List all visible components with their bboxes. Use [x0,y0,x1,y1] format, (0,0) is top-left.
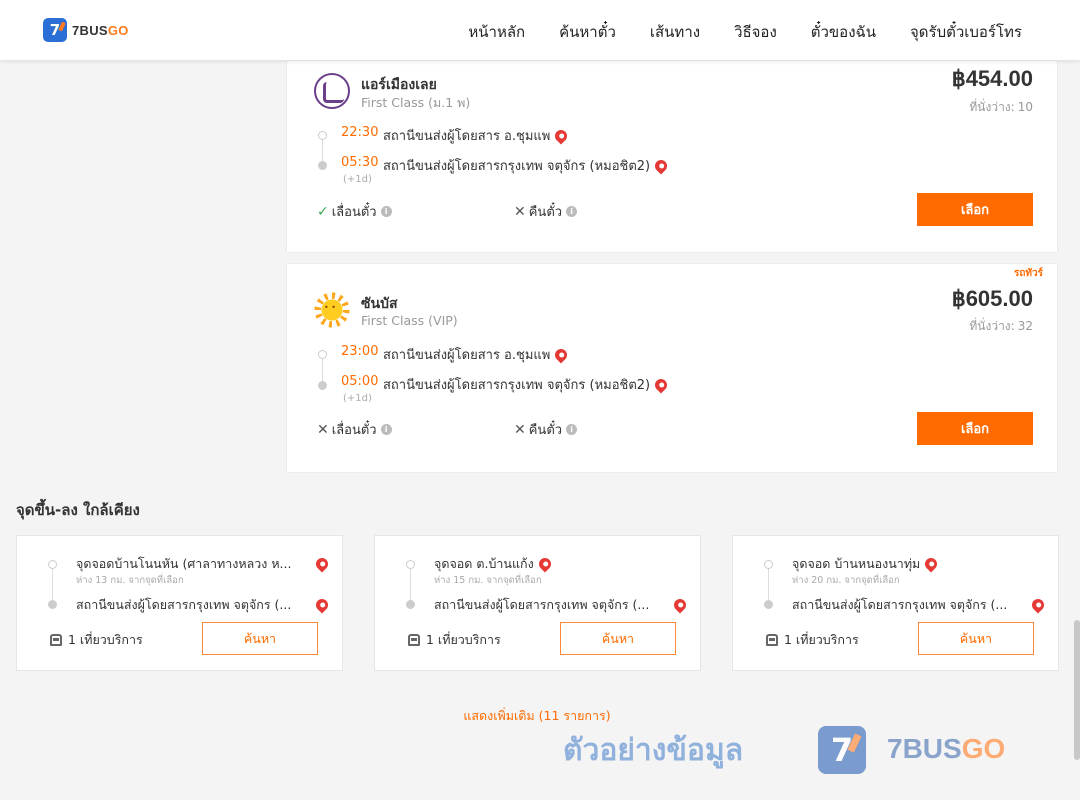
trip-card: รถทัวร์ ซันบัส First Class (VIP) ฿605.00… [286,263,1058,473]
operator-logo-icon [314,73,350,109]
info-icon[interactable]: i [380,424,392,435]
nearby-destination: สถานีขนส่งผู้โดยสารกรุงเทพ จตุจักร (... [76,595,331,615]
nav-routes[interactable]: เส้นทาง [650,20,700,44]
nearby-search-button[interactable]: ค้นหา [560,622,676,655]
nearby-stop-card: จุดจอดบ้านโนนหัน (ศาลาทางหลวง ห... ห่าง … [16,535,343,671]
arrival-stop: สถานีขนส่งผู้โดยสารกรุงเทพ จตุจักร (หมอช… [383,374,670,395]
nearby-origin: จุดจอดบ้านโนนหัน (ศาลาทางหลวง ห... [76,554,331,574]
map-pin-icon[interactable] [652,157,670,174]
arrival-stop: สถานีขนส่งผู้โดยสารกรุงเทพ จตุจักร (หมอช… [383,155,670,176]
route-timeline [322,137,323,163]
arrival-time: 05:30 [341,155,379,170]
arrival-dot-icon [318,381,327,390]
cross-icon: ✕ [514,203,526,220]
check-icon: ✓ [317,203,329,220]
nearby-stops-title: จุดขึ้น-ลง ใกล้เคียง [16,501,140,519]
destination-dot-icon [764,600,773,609]
trip-price: ฿454.00 [951,66,1033,91]
nearby-stop-card: จุดจอด ต.บ้านแก้ง ห่าง 15 กม. จากจุดที่เ… [374,535,701,671]
nearby-distance: ห่าง 20 กม. จากจุดที่เลือก [792,575,900,586]
nav-my-tickets[interactable]: ตั๋วของฉัน [811,20,876,44]
site-logo[interactable]: 7 7BUSGO [43,18,129,42]
nearby-distance: ห่าง 13 กม. จากจุดที่เลือก [76,575,184,586]
map-pin-icon[interactable] [536,555,554,573]
nearby-search-button[interactable]: ค้นหา [202,622,318,655]
origin-dot-icon [406,560,415,569]
service-count: 1 เที่ยวบริการ [408,630,501,650]
watermark-logo-icon: 7 [818,726,866,774]
departure-time: 22:30 [341,125,379,140]
arrival-time: 05:00 [341,374,379,389]
service-count: 1 เที่ยวบริการ [50,630,143,650]
departure-dot-icon [318,131,327,140]
map-pin-icon[interactable] [552,127,570,144]
trip-price: ฿605.00 [951,286,1033,311]
bus-icon [408,634,420,646]
map-pin-icon[interactable] [922,555,940,573]
nearby-search-button[interactable]: ค้นหา [918,622,1034,655]
bus-class: First Class (ม.1 พ) [361,95,471,110]
trip-card: แอร์เมืองเลย First Class (ม.1 พ) ฿454.00… [286,60,1058,253]
bus-type-tag: รถทัวร์ [1013,268,1043,279]
top-header: 7 7BUSGO หน้าหลัก ค้นหาตั๋ว เส้นทาง วิธี… [0,0,1080,60]
refund-feature: ✕ คืนตั๋ว i [514,419,578,440]
service-count: 1 เที่ยวบริการ [766,630,859,650]
nav-search-ticket[interactable]: ค้นหาตั๋ว [559,20,616,44]
map-pin-icon[interactable] [1029,596,1047,614]
nearby-origin: จุดจอด บ้านหนองนาทุ่ม [792,554,1044,574]
operator-logo-icon [314,292,350,328]
route-line [768,566,769,604]
departure-stop: สถานีขนส่งผู้โดยสาร อ.ชุมแพ [383,344,570,365]
map-pin-icon[interactable] [313,596,331,614]
destination-dot-icon [48,600,57,609]
departure-stop: สถานีขนส่งผู้โดยสาร อ.ชุมแพ [383,125,570,146]
nearby-destination: สถานีขนส่งผู้โดยสารกรุงเทพ จตุจักร (... [792,595,1047,615]
map-pin-icon[interactable] [552,346,570,363]
nearby-stop-card: จุดจอด บ้านหนองนาทุ่ม ห่าง 20 กม. จากจุด… [732,535,1059,671]
bus-icon [766,634,778,646]
page-scrollbar[interactable] [1074,620,1080,760]
show-more-link[interactable]: แสดงเพิ่มเติม (11 รายการ) [0,706,1074,726]
select-trip-button[interactable]: เลือก [917,412,1033,445]
route-line [410,566,411,604]
info-icon[interactable]: i [566,206,578,217]
arrival-dot-icon [318,161,327,170]
map-pin-icon[interactable] [671,596,689,614]
next-day-note: (+1d) [343,393,372,404]
nav-ticket-pickup[interactable]: จุดรับตั๋วเบอร์โทร [910,20,1022,44]
watermark-brand: 7BUSGO [887,733,1006,764]
nav-home[interactable]: หน้าหลัก [468,20,525,44]
info-icon[interactable]: i [380,206,392,217]
departure-dot-icon [318,350,327,359]
bus-icon [50,634,62,646]
available-seats: ที่นั่งว่าง: 32 [969,319,1033,333]
departure-time: 23:00 [341,344,379,359]
reschedule-feature: ✕ เลื่อนตั๋ว i [317,419,392,440]
cross-icon: ✕ [317,421,329,438]
refund-feature: ✕ คืนตั๋ว i [514,201,578,222]
destination-dot-icon [406,600,415,609]
bus-class: First Class (VIP) [361,313,458,328]
nav-how-to-book[interactable]: วิธีจอง [734,20,777,44]
main-nav: หน้าหลัก ค้นหาตั๋ว เส้นทาง วิธีจอง ตั๋วข… [468,20,1022,44]
origin-dot-icon [764,560,773,569]
logo-text: 7BUSGO [72,22,129,38]
reschedule-feature: ✓ เลื่อนตั๋ว i [317,201,392,222]
operator-name: ซันบัส [361,296,398,312]
nearby-origin: จุดจอด ต.บ้านแก้ง [434,554,686,574]
origin-dot-icon [48,560,57,569]
nearby-distance: ห่าง 15 กม. จากจุดที่เลือก [434,575,542,586]
nearby-destination: สถานีขนส่งผู้โดยสารกรุงเทพ จตุจักร (... [434,595,689,615]
cross-icon: ✕ [514,421,526,438]
route-line [52,566,53,604]
select-trip-button[interactable]: เลือก [917,193,1033,226]
map-pin-icon[interactable] [313,555,331,573]
map-pin-icon[interactable] [652,376,670,393]
info-icon[interactable]: i [566,424,578,435]
sample-data-watermark: ตัวอย่างข้อมูล [563,733,744,768]
available-seats: ที่นั่งว่าง: 10 [969,100,1033,114]
next-day-note: (+1d) [343,174,372,185]
logo-mark: 7 [43,18,67,42]
